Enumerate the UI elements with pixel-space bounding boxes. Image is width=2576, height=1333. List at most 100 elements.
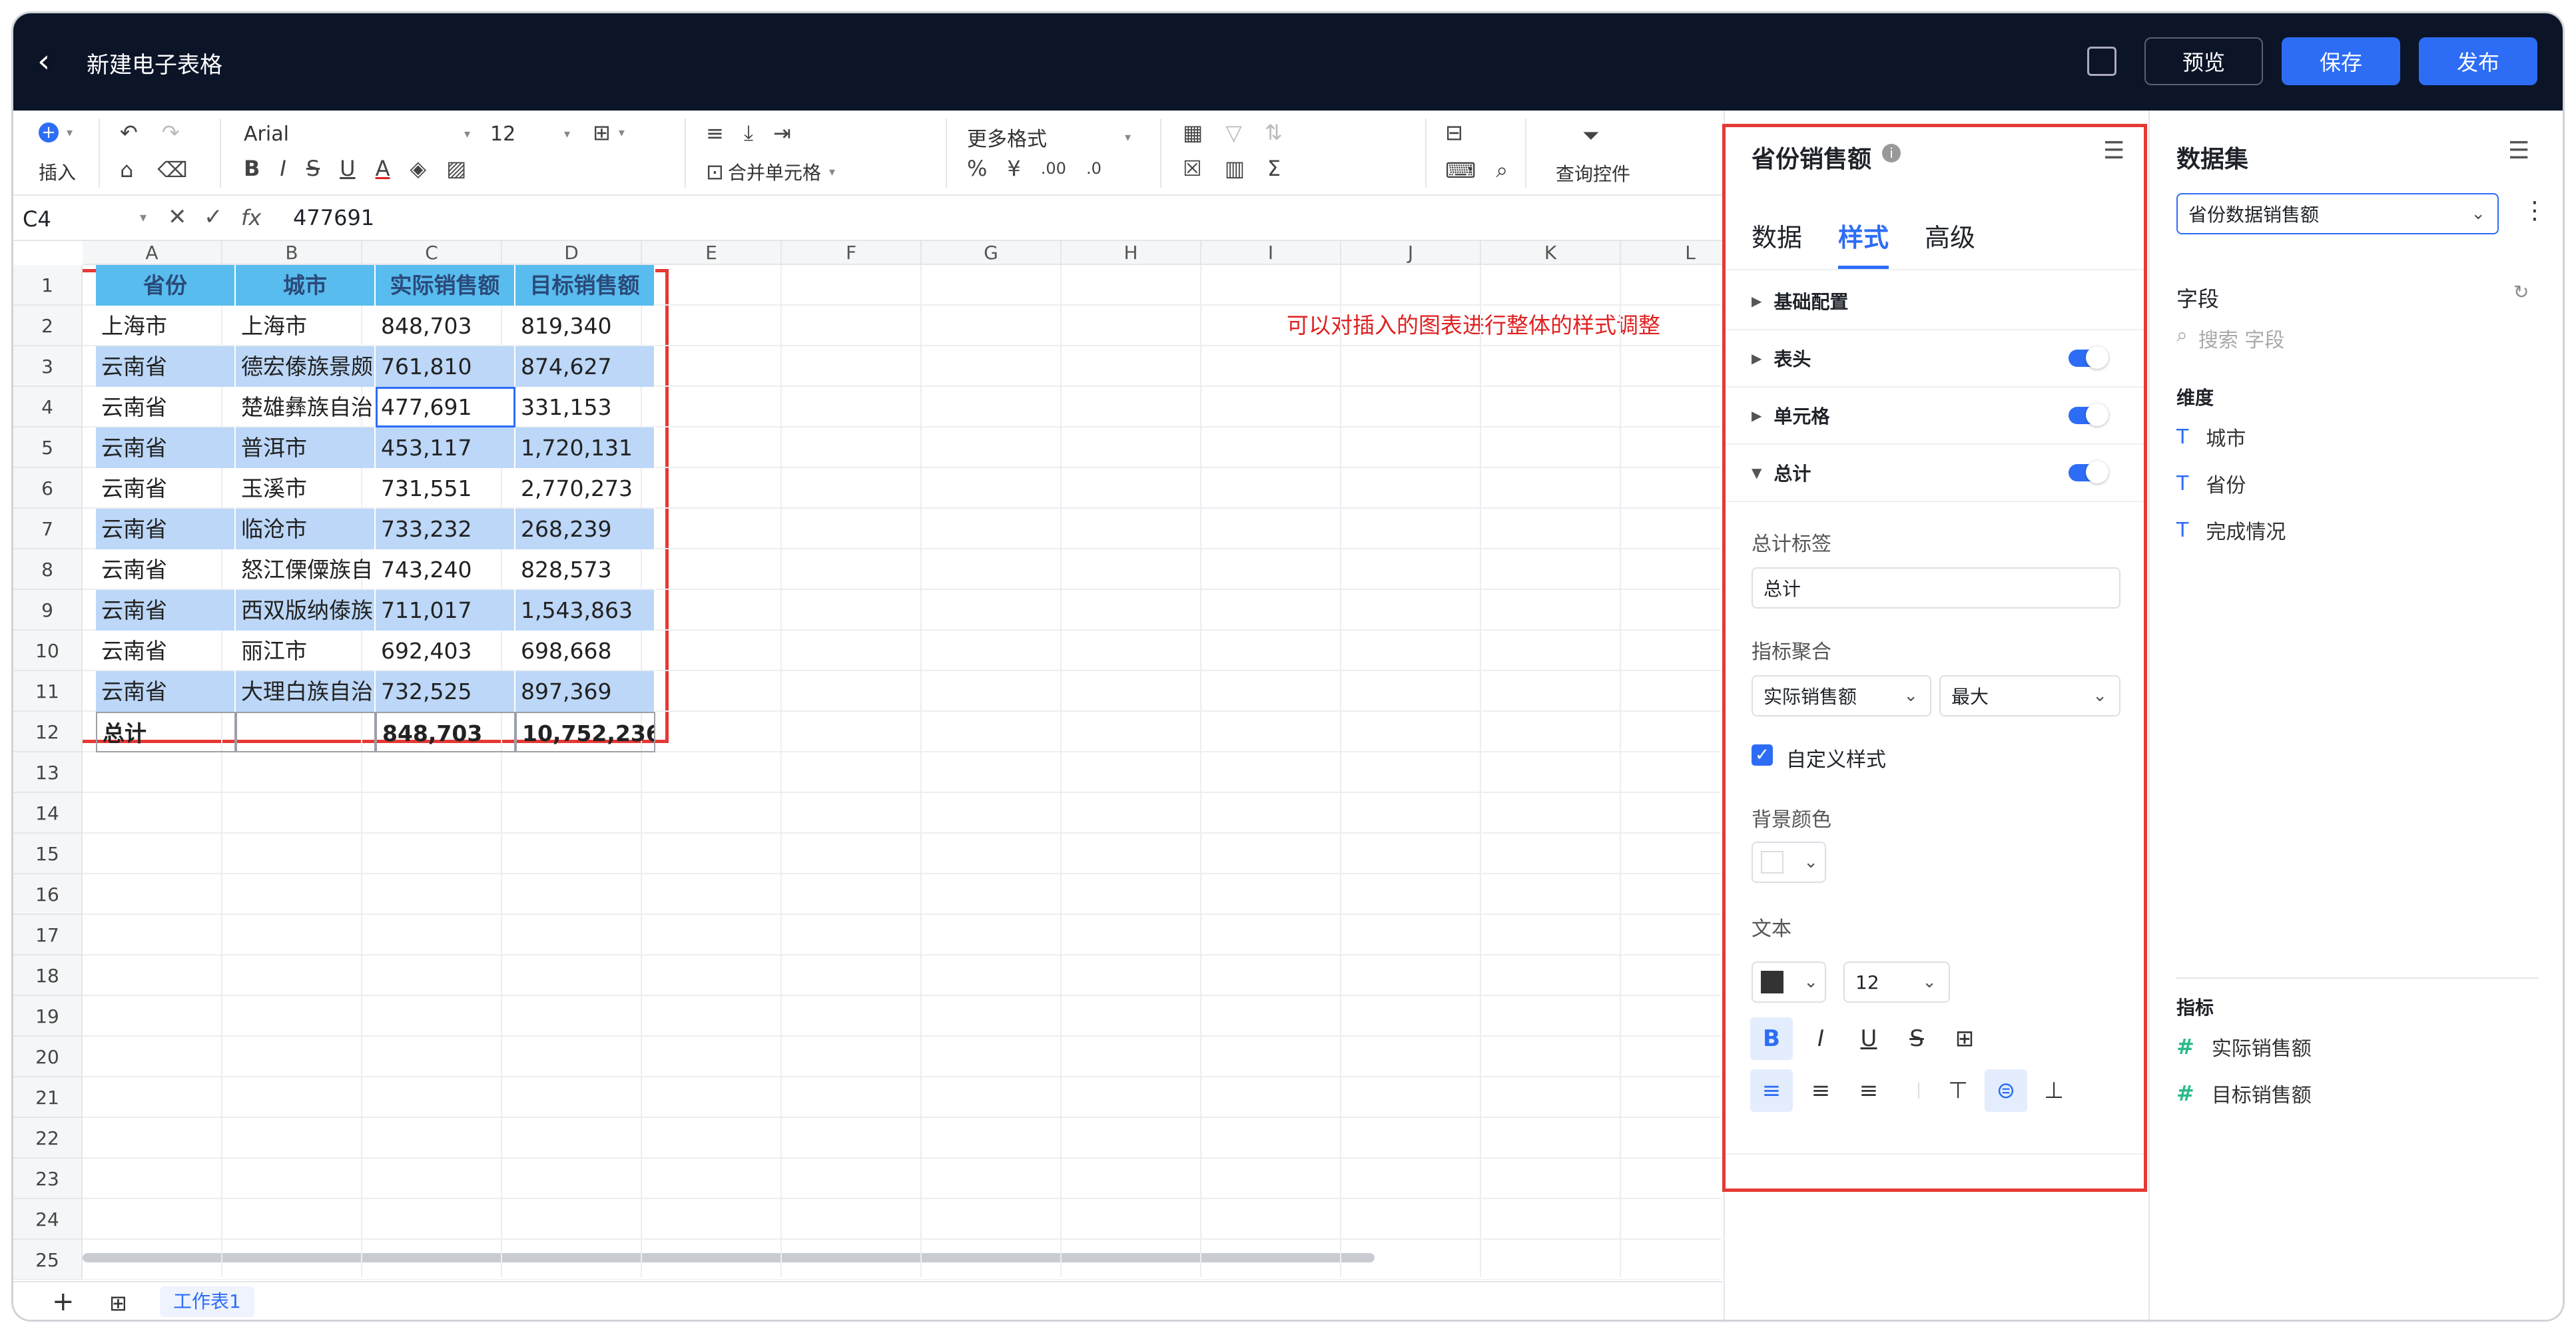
table-cell[interactable]: 10,752,236 — [515, 712, 655, 752]
add-sheet-icon[interactable]: + — [52, 1286, 75, 1317]
row-header[interactable]: 24 — [13, 1199, 83, 1240]
table-cell[interactable]: 云南省 — [96, 427, 236, 468]
column-header[interactable]: L — [1621, 241, 1722, 265]
sheet-tab[interactable]: 工作表1 — [160, 1286, 254, 1317]
publish-button[interactable]: 发布 — [2419, 37, 2537, 85]
table-cell[interactable]: 848,703 — [376, 712, 515, 752]
dimension-field[interactable]: T 完成情况 — [2176, 515, 2286, 545]
search-icon[interactable]: ⌕ — [1496, 157, 1508, 183]
table-cell[interactable]: 897,369 — [515, 671, 655, 712]
percent-icon[interactable]: % — [967, 156, 987, 181]
column-header[interactable]: B — [222, 241, 362, 265]
more-formats-select[interactable]: 更多格式 ▾ — [967, 123, 1131, 152]
merge-cells-button[interactable]: ⊡ 合并单元格 ▾ — [706, 158, 835, 185]
row-header[interactable]: 22 — [13, 1118, 83, 1159]
refresh-icon[interactable]: ↻ — [2513, 281, 2529, 303]
row-header[interactable]: 7 — [13, 509, 83, 549]
spreadsheet-grid[interactable]: 可以对插入的图表进行整体的样式调整 ABCDEFGHIJKL1234567891… — [13, 241, 1722, 1280]
table-cell[interactable]: 331,153 — [515, 387, 655, 427]
row-header[interactable]: 2 — [13, 306, 83, 346]
table-cell[interactable]: 819,340 — [515, 306, 655, 346]
column-header[interactable]: K — [1481, 241, 1621, 265]
table-cell[interactable]: 云南省 — [96, 631, 236, 671]
wrap-icon[interactable]: ⇥ — [773, 121, 791, 146]
table-cell[interactable]: 268,239 — [515, 509, 655, 549]
table-cell[interactable]: 临沧市 — [236, 509, 376, 549]
align-bottom-icon[interactable]: ⤓ — [744, 120, 753, 146]
align-left-icon[interactable]: ≡ — [706, 121, 724, 146]
table-cell[interactable]: 2,770,273 — [515, 468, 655, 509]
column-header[interactable]: E — [642, 241, 782, 265]
table-cell[interactable]: 453,117 — [376, 427, 515, 468]
row-header[interactable]: 9 — [13, 590, 83, 631]
table-cell[interactable]: 828,573 — [515, 549, 655, 590]
field-search[interactable]: ⌕ 搜索 字段 — [2176, 324, 2284, 353]
font-size-select[interactable]: 12 ▾ — [490, 123, 570, 146]
table-cell[interactable]: 楚雄彝族自治 — [236, 387, 376, 427]
border-button[interactable]: ⊞ ▾ — [593, 120, 625, 145]
row-header[interactable]: 8 — [13, 549, 83, 590]
menu-icon[interactable]: ☰ — [2508, 137, 2529, 164]
table-cell[interactable]: 云南省 — [96, 509, 236, 549]
table-cell[interactable] — [236, 712, 376, 752]
bold-icon[interactable]: B — [244, 156, 260, 181]
table-cell[interactable]: 上海市 — [96, 306, 236, 346]
row-header[interactable]: 4 — [13, 387, 83, 427]
query-filter-icon[interactable]: ⏷ — [1582, 123, 1600, 148]
currency-icon[interactable]: ¥ — [1007, 156, 1020, 181]
table-cell[interactable]: 733,232 — [376, 509, 515, 549]
dataset-select[interactable]: 省份数据销售额 ⌄ — [2176, 193, 2499, 234]
table-cell[interactable]: 实际销售额 — [376, 265, 515, 306]
table-cell[interactable]: 云南省 — [96, 671, 236, 712]
row-header[interactable]: 15 — [13, 834, 83, 874]
clear-format-icon[interactable]: ⌫ — [157, 157, 187, 182]
fill-color-icon[interactable]: ◈ — [410, 156, 426, 181]
row-header[interactable]: 13 — [13, 752, 83, 793]
table-cell[interactable]: 玉溪市 — [236, 468, 376, 509]
row-header[interactable]: 5 — [13, 427, 83, 468]
column-header[interactable]: I — [1201, 241, 1341, 265]
filter-icon[interactable]: ▽ — [1225, 120, 1242, 145]
more-icon[interactable]: ⋮ — [2523, 197, 2547, 224]
row-header[interactable]: 21 — [13, 1077, 83, 1118]
cancel-icon[interactable]: ✕ — [168, 204, 187, 230]
font-family-select[interactable]: Arial ▾ — [244, 123, 470, 146]
layout-icon[interactable] — [2087, 47, 2116, 76]
keyboard-icon[interactable]: ⌨ — [1445, 158, 1476, 183]
table-cell[interactable]: 477,691 — [376, 387, 515, 427]
table-cell[interactable]: 普洱市 — [236, 427, 376, 468]
table-cell[interactable]: 大理白族自治 — [236, 671, 376, 712]
table-cell[interactable]: 怒江傈僳族自 — [236, 549, 376, 590]
table-cell[interactable]: 698,668 — [515, 631, 655, 671]
chevron-down-icon[interactable]: ▾ — [140, 209, 147, 225]
confirm-icon[interactable]: ✓ — [204, 204, 223, 230]
table-cell[interactable]: 云南省 — [96, 549, 236, 590]
table-cell[interactable]: 总计 — [96, 712, 236, 752]
table-style-icon[interactable]: ▥ — [1225, 156, 1245, 181]
undo-icon[interactable]: ↶ — [120, 120, 138, 145]
pivot-table-icon[interactable]: ⊟ — [1445, 120, 1463, 145]
cell-reference[interactable]: C4 — [23, 206, 156, 232]
column-header[interactable]: H — [1062, 241, 1201, 265]
table-cell[interactable]: 上海市 — [236, 306, 376, 346]
chevron-left-icon[interactable]: ‹ — [37, 45, 50, 77]
table-cell[interactable]: 云南省 — [96, 468, 236, 509]
table-cell[interactable]: 云南省 — [96, 590, 236, 631]
table-cell[interactable]: 西双版纳傣族 — [236, 590, 376, 631]
clear-icon[interactable]: ▨ — [446, 156, 466, 181]
dimension-field[interactable]: T 城市 — [2176, 422, 2246, 451]
sum-icon[interactable]: Σ — [1267, 156, 1281, 181]
strikethrough-icon[interactable]: S — [306, 156, 320, 181]
row-header[interactable]: 11 — [13, 671, 83, 712]
column-header[interactable]: J — [1341, 241, 1481, 265]
data-validation-icon[interactable]: ☒ — [1183, 156, 1202, 181]
row-header[interactable]: 1 — [13, 265, 83, 306]
sort-icon[interactable]: ⇅ — [1265, 120, 1283, 145]
preview-button[interactable]: 预览 — [2144, 37, 2263, 85]
row-header[interactable]: 6 — [13, 468, 83, 509]
table-cell[interactable]: 云南省 — [96, 387, 236, 427]
table-cell[interactable]: 692,403 — [376, 631, 515, 671]
table-cell[interactable]: 731,551 — [376, 468, 515, 509]
column-header[interactable]: C — [362, 241, 502, 265]
row-header[interactable]: 12 — [13, 712, 83, 752]
